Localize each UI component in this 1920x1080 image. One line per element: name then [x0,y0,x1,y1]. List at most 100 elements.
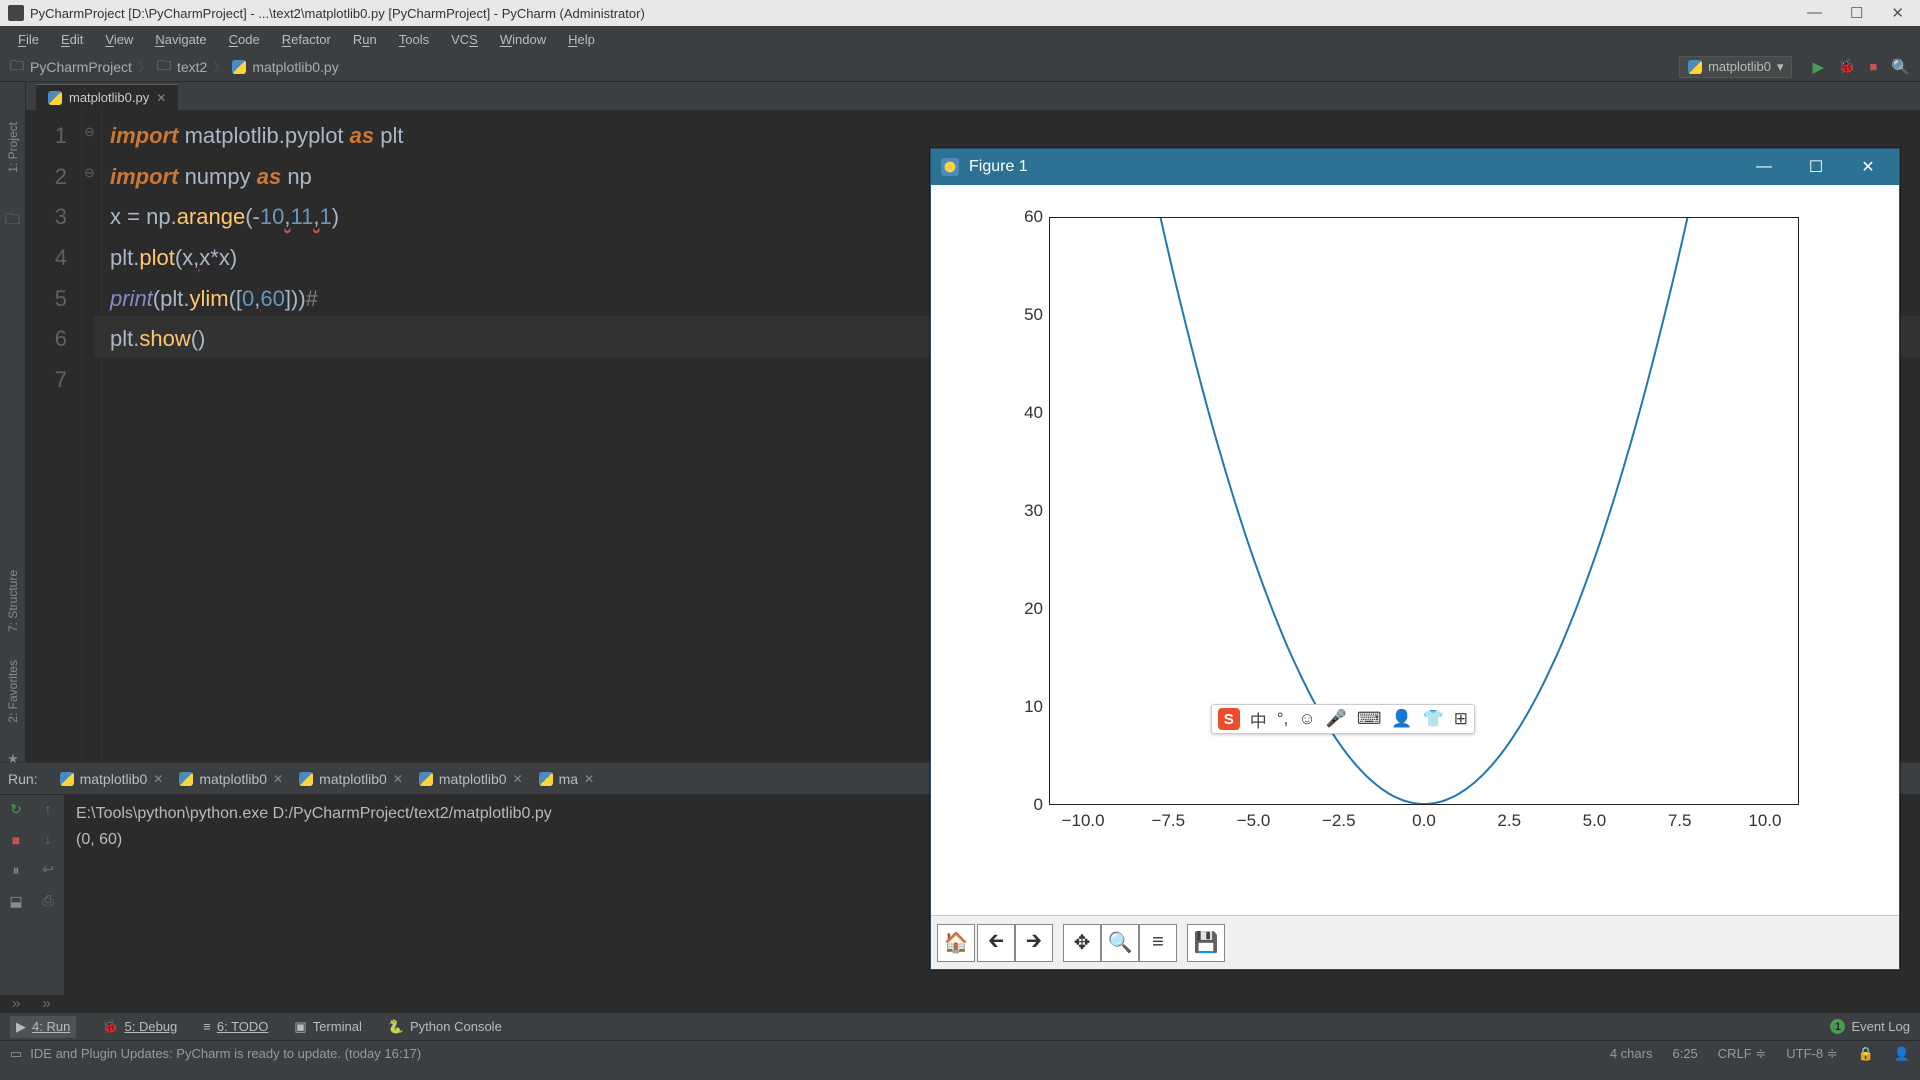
menu-bar: File Edit View Navigate Code Refactor Ru… [0,26,1920,52]
save-icon[interactable]: 💾 [1187,924,1225,962]
menu-window[interactable]: Window [490,28,556,51]
zoom-icon[interactable]: 🔍 [1101,924,1139,962]
tool-python-console[interactable]: 🐍 Python Console [388,1019,502,1035]
toolwindow-icon[interactable]: ▭ [10,1046,22,1062]
menu-edit[interactable]: Edit [51,28,93,51]
run-panel-footer: » » [0,995,1920,1012]
run-config-selector[interactable]: matplotlib0 ▾ [1679,56,1792,78]
ime-keyboard-icon[interactable]: ⌨ [1357,709,1382,729]
breadcrumb-file[interactable]: matplotlib0.py [232,59,338,75]
ime-shirt-icon[interactable]: 👕 [1423,709,1444,729]
tool-event-log[interactable]: 1 Event Log [1830,1019,1910,1034]
run-config-label: matplotlib0 [1708,59,1771,74]
folder-icon: 🗀 [157,55,171,79]
editor-tabs: matplotlib0.py ✕ [26,82,1920,110]
home-icon[interactable]: 🏠 [937,924,975,962]
run-tab[interactable]: matplotlib0✕ [173,768,289,790]
python-file-icon [48,91,62,105]
menu-run[interactable]: Run [343,28,387,51]
rerun-icon[interactable]: ↻ [10,801,22,818]
status-caret-position[interactable]: 6:25 [1672,1046,1697,1061]
lock-icon[interactable]: 🔒 [1858,1046,1874,1062]
menu-view[interactable]: View [95,28,143,51]
python-file-icon [232,60,246,74]
pan-icon[interactable]: ✥ [1063,924,1101,962]
tab-close-icon[interactable]: ✕ [156,91,166,105]
menu-code[interactable]: Code [219,28,270,51]
minimize-icon[interactable]: — [1807,4,1822,22]
star-icon[interactable]: ★ [7,751,19,767]
ime-emoji-icon[interactable]: ☺ [1298,709,1315,729]
status-chars: 4 chars [1610,1046,1653,1061]
side-tab-favorites[interactable]: 2: Favorites [6,660,20,723]
chevron-down-icon: ▾ [1777,59,1784,75]
tool-terminal[interactable]: ▣ Terminal [294,1019,361,1035]
breadcrumb-label: matplotlib0.py [252,59,338,75]
event-badge: 1 [1830,1019,1845,1034]
hector-icon[interactable]: 👤 [1894,1046,1910,1062]
chevron-right-icon[interactable]: » [12,995,20,1012]
ime-grid-icon[interactable]: ⊞ [1454,709,1468,729]
breadcrumb-label: text2 [177,59,207,75]
run-tab[interactable]: matplotlib0✕ [54,768,170,790]
tool-run[interactable]: ▶ 4: Run [10,1016,76,1038]
menu-help[interactable]: Help [558,28,605,51]
menu-refactor[interactable]: Refactor [272,28,341,51]
layout-icon[interactable]: ⬓ [9,893,22,910]
ime-mic-icon[interactable]: 🎤 [1326,709,1347,729]
menu-navigate[interactable]: Navigate [145,28,216,51]
search-icon[interactable]: 🔍 [1891,58,1910,76]
wrap-icon[interactable]: ↩ [42,861,54,878]
run-tab[interactable]: ma✕ [533,768,601,790]
editor-tab-label: matplotlib0.py [69,90,149,105]
print-icon[interactable]: ⎙ [42,892,53,909]
run-panel-label: Run: [8,771,38,787]
run-tabs: matplotlib0✕matplotlib0✕matplotlib0✕matp… [54,768,601,790]
ime-user-icon[interactable]: 👤 [1391,709,1412,729]
menu-vcs[interactable]: VCS [441,28,488,51]
maximize-icon[interactable]: ☐ [1850,4,1863,22]
menu-file[interactable]: File [8,28,49,51]
ime-toolbar[interactable]: S 中 °, ☺ 🎤 ⌨ 👤 👕 ⊞ [1211,704,1475,734]
side-tab-structure[interactable]: 7: Structure [6,570,20,632]
down-arrow-icon[interactable]: ↓ [45,831,52,847]
line-number-gutter: 1234567 [26,110,82,762]
fold-marker-icon[interactable]: ⊖ [84,161,95,185]
subplots-icon[interactable]: ≡ [1139,924,1177,962]
pause-icon[interactable]: ⏸ [13,862,20,879]
up-arrow-icon[interactable]: ↑ [45,801,52,817]
ime-logo-icon[interactable]: S [1218,708,1240,730]
project-icon[interactable]: 🗀 [5,209,20,234]
run-tab[interactable]: matplotlib0✕ [413,768,529,790]
os-titlebar: PyCharmProject [D:\PyCharmProject] - ...… [0,0,1920,26]
tool-todo[interactable]: ≡ 6: TODO [203,1019,268,1034]
status-bar: ▭ IDE and Plugin Updates: PyCharm is read… [0,1040,1920,1066]
status-encoding[interactable]: UTF-8 ≑ [1786,1046,1837,1062]
status-line-separator[interactable]: CRLF ≑ [1718,1046,1766,1062]
breadcrumb-sep: 〉 [138,57,151,76]
stop-icon[interactable]: ■ [12,832,20,848]
editor-tab[interactable]: matplotlib0.py ✕ [36,84,178,110]
breadcrumb-label: PyCharmProject [30,59,132,75]
tool-debug[interactable]: 🐞 5: Debug [102,1019,177,1035]
debug-icon[interactable]: 🐞 [1838,58,1855,75]
window-controls: — ☐ ✕ [1807,4,1904,22]
forward-icon[interactable]: 🡲 [1015,924,1053,962]
run-icon[interactable]: ▶ [1812,58,1824,76]
chevron-right-icon[interactable]: » [42,995,50,1012]
side-tab-project[interactable]: 1: Project [6,122,20,173]
breadcrumb-folder[interactable]: 🗀 text2 [157,55,207,79]
breadcrumb-sep: 〉 [213,57,226,76]
status-message: IDE and Plugin Updates: PyCharm is ready… [30,1046,421,1061]
close-icon[interactable]: ✕ [1891,4,1904,22]
app-icon [8,5,24,21]
menu-tools[interactable]: Tools [389,28,439,51]
ime-punct-icon[interactable]: °, [1277,709,1289,729]
run-tab[interactable]: matplotlib0✕ [293,768,409,790]
fold-marker-icon[interactable]: ⊖ [84,120,95,144]
back-icon[interactable]: 🡰 [977,924,1015,962]
stop-icon[interactable]: ■ [1869,59,1877,74]
run-toolbar-left: ↻ ■ ⏸ ⬓ [0,795,32,995]
breadcrumb-project[interactable]: 🗀PyCharmProject [10,55,132,79]
ime-lang[interactable]: 中 [1250,707,1267,732]
